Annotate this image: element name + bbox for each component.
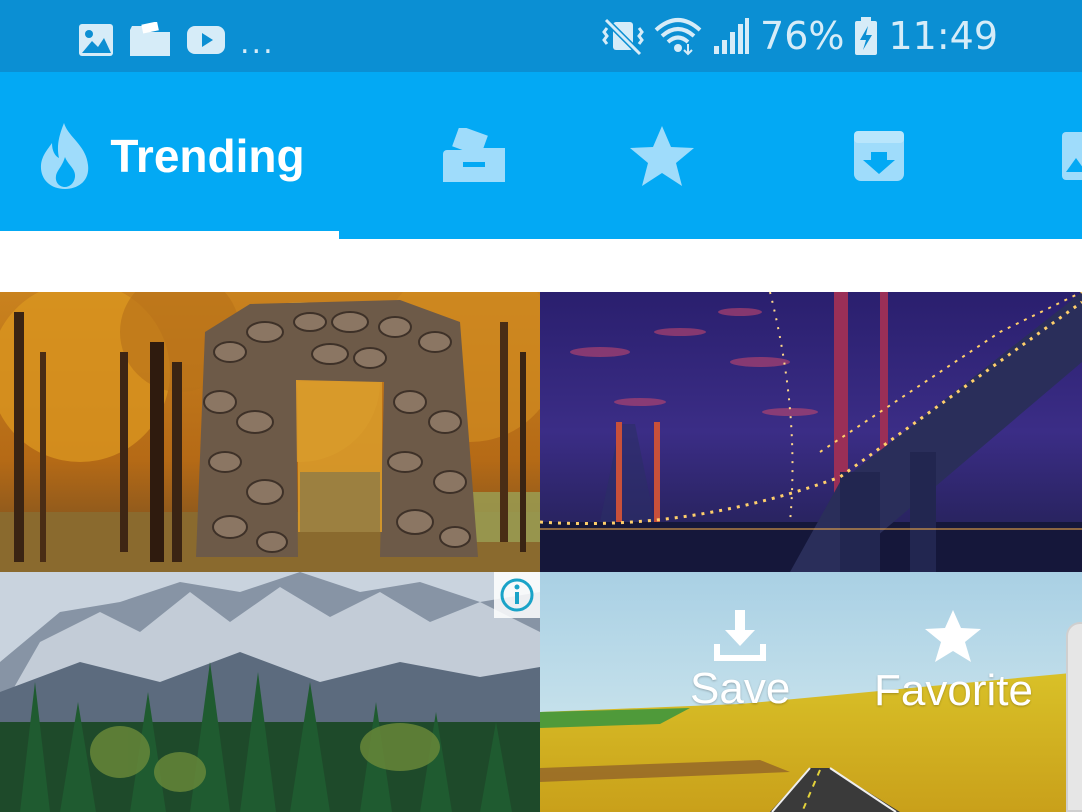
download-box-icon — [854, 130, 904, 181]
save-button[interactable]: Save — [690, 608, 790, 714]
wallpaper-tile-mountains[interactable] — [0, 572, 540, 812]
star-icon — [630, 125, 694, 186]
info-icon — [500, 578, 534, 612]
wallpaper-image — [0, 572, 540, 812]
youtube-icon — [187, 25, 225, 54]
battery-charging-icon — [855, 17, 878, 55]
system-status: 76% 11:49 — [602, 14, 998, 58]
category-folder-icon — [443, 127, 505, 182]
notification-icons: ... — [78, 18, 275, 61]
status-bar: ... 76% 11:49 — [0, 0, 1082, 72]
wallpaper-image — [0, 292, 540, 572]
battery-percentage: 76% — [760, 14, 845, 58]
tab-favorites[interactable] — [595, 72, 729, 239]
clock: 11:49 — [888, 14, 998, 58]
wallpaper-tile-bridge[interactable] — [540, 292, 1082, 572]
edge-panel-handle[interactable] — [1066, 622, 1082, 812]
wallpaper-tile-stone-ruin[interactable] — [0, 292, 540, 572]
tab-downloads[interactable] — [820, 72, 938, 239]
mute-vibrate-icon — [602, 17, 644, 56]
star-icon — [925, 610, 982, 662]
tab-trending-label: Trending — [110, 129, 305, 182]
image-icon — [1062, 131, 1082, 180]
flame-icon — [41, 122, 89, 189]
save-label: Save — [690, 664, 791, 713]
tab-trending[interactable]: Trending — [0, 72, 339, 239]
wifi-icon — [654, 18, 702, 56]
wallpaper-grid: Save Favorite — [0, 292, 1082, 812]
signal-icon — [714, 18, 750, 54]
download-icon — [714, 610, 767, 661]
favorite-label: Favorite — [874, 666, 1033, 715]
wallpaper-tile-road[interactable]: Save Favorite — [540, 572, 1082, 812]
folder-icon — [130, 21, 170, 56]
selected-tab-indicator — [0, 231, 339, 239]
tab-categories[interactable] — [339, 72, 609, 239]
gallery-icon — [79, 23, 113, 56]
favorite-button[interactable]: Favorite — [874, 608, 1033, 716]
tab-images[interactable] — [1060, 72, 1082, 239]
wallpaper-image — [540, 292, 1082, 572]
more-notifications: ... — [240, 26, 275, 61]
ad-info-button[interactable] — [494, 572, 540, 618]
tab-bar: Trending — [0, 72, 1082, 239]
